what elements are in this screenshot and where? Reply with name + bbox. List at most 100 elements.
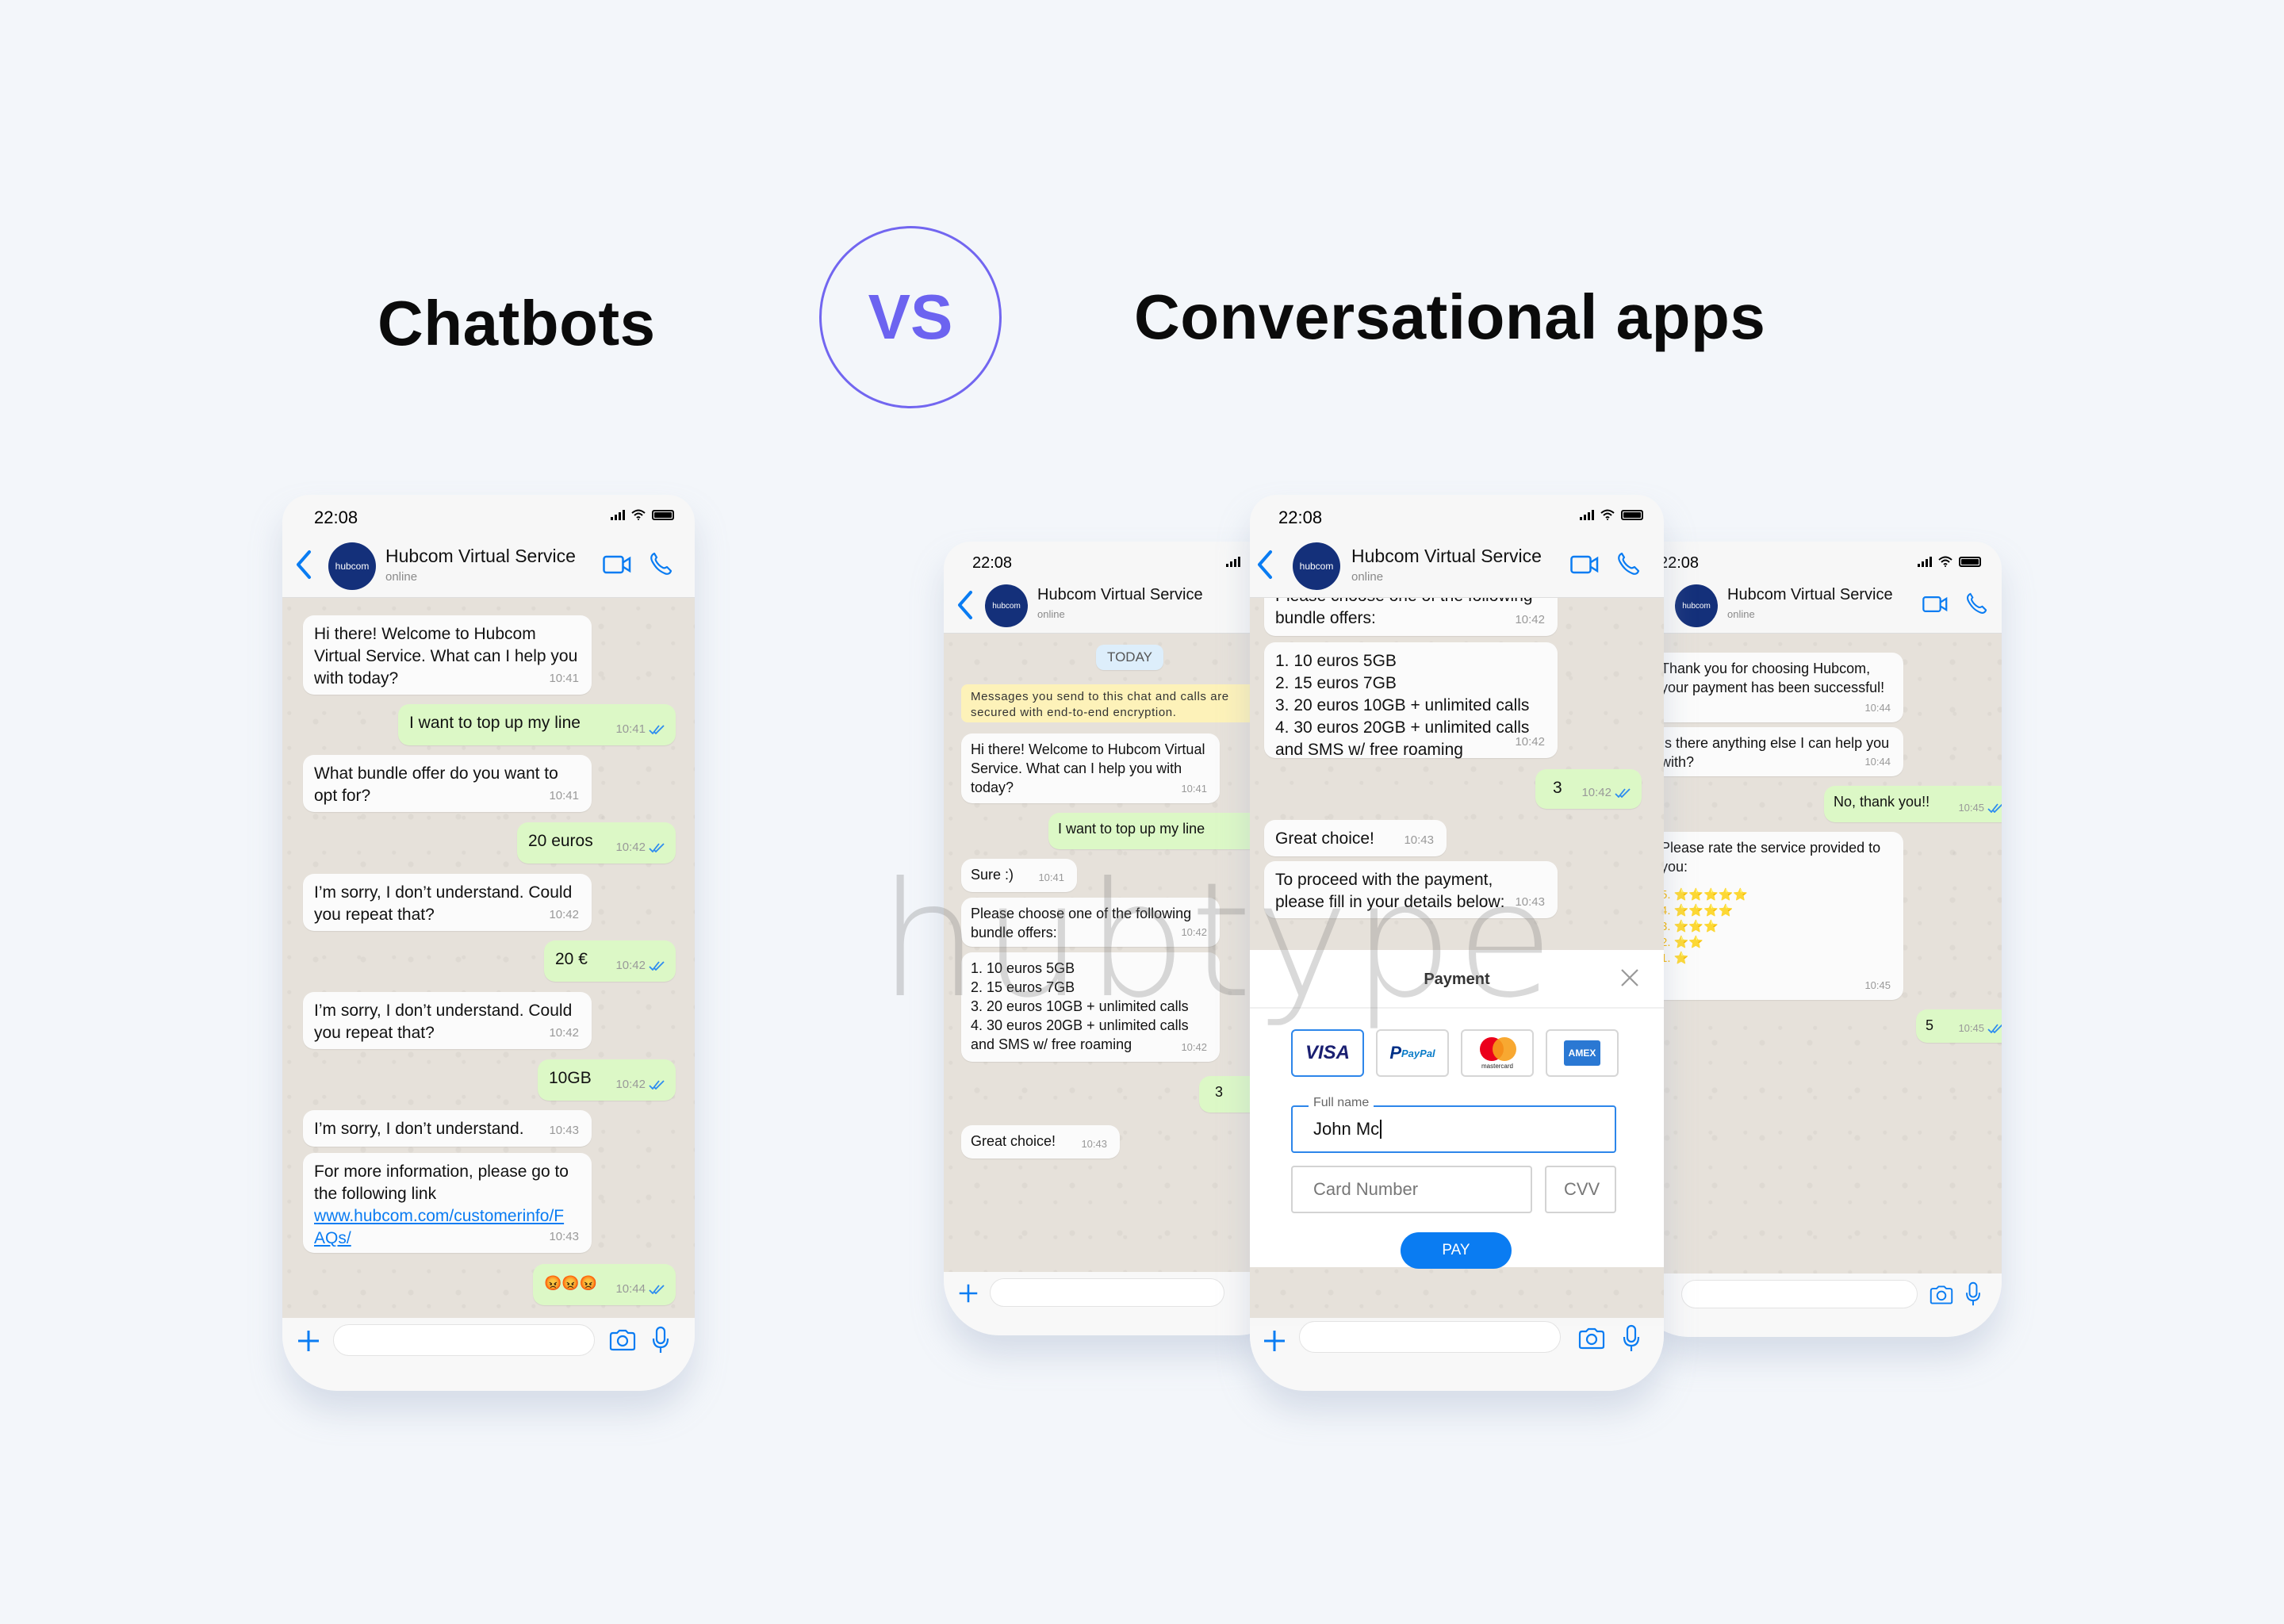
video-call-icon[interactable]	[1570, 555, 1599, 574]
payment-methods: VISA P PayPal mastercard AMEX	[1291, 1029, 1619, 1077]
wifi-icon	[631, 509, 646, 520]
avatar[interactable]: hubcom	[985, 584, 1028, 627]
message-incoming: To proceed with the payment, please fill…	[1264, 861, 1558, 918]
amex-option[interactable]: AMEX	[1546, 1029, 1619, 1077]
message-incoming: I’m sorry, I don’t understand. Could you…	[303, 992, 592, 1049]
message-incoming: I’m sorry, I don’t understand. Could you…	[303, 874, 592, 931]
status-bar: 22:08	[1634, 542, 2002, 581]
voice-call-icon[interactable]	[1965, 592, 1987, 615]
message-input[interactable]	[1299, 1321, 1561, 1353]
chat-area: Hi there! Welcome to Hubcom Virtual Serv…	[282, 598, 695, 1318]
message-outgoing: 10GB 10:42	[538, 1059, 676, 1101]
contact-name: Hubcom Virtual Service	[1037, 586, 1203, 603]
contact-status: online	[1727, 608, 1755, 620]
conversational-phone-2: 22:08 hubcom Hubcom Virtual Service onli…	[1250, 495, 1664, 1391]
read-receipt-icon	[649, 1080, 665, 1090]
message-outgoing: 20 €10:42	[544, 940, 676, 982]
message-incoming: Sure :) 10:41	[961, 859, 1077, 892]
faq-link[interactable]: www.hubcom.com/customerinfo/FAQs/	[314, 1205, 568, 1250]
cvv-input[interactable]: CVV	[1545, 1166, 1616, 1213]
rating-option[interactable]: 5. ⭐⭐⭐⭐⭐	[1661, 887, 1894, 903]
signal-icon	[1226, 556, 1240, 567]
plus-icon[interactable]	[1263, 1329, 1286, 1353]
vs-badge: VS	[819, 226, 1002, 408]
video-call-icon[interactable]	[603, 555, 631, 574]
card-number-input[interactable]: Card Number	[1291, 1166, 1532, 1213]
avatar[interactable]: hubcom	[1675, 584, 1718, 627]
chat-header: hubcom Hubcom Virtual Service online	[1250, 534, 1664, 598]
message-outgoing: I want to top up my line 10:41	[398, 704, 676, 745]
status-bar: 22:08	[944, 542, 1293, 581]
camera-icon[interactable]	[1578, 1327, 1605, 1350]
rating-option[interactable]: 4. ⭐⭐⭐⭐	[1661, 903, 1894, 919]
status-time: 22:08	[1278, 508, 1323, 527]
wifi-icon	[1938, 556, 1953, 567]
battery-icon	[1959, 556, 1981, 567]
signal-icon	[1580, 509, 1594, 520]
signal-icon	[1918, 556, 1932, 567]
camera-icon[interactable]	[1930, 1285, 1953, 1305]
payment-title: Payment	[1250, 950, 1664, 1009]
close-icon[interactable]	[1619, 967, 1640, 988]
message-incoming: Hi there! Welcome to Hubcom Virtual Serv…	[303, 615, 592, 695]
message-incoming: Please rate the service provided to you:…	[1651, 832, 1903, 1000]
message-incoming: Great choice! 10:43	[961, 1125, 1120, 1159]
chat-header: hubcom Hubcom Virtual Service online	[282, 534, 695, 598]
message-incoming: 1. 10 euros 5GB 2. 15 euros 7GB 3. 20 euro…	[1264, 642, 1558, 759]
voice-call-icon[interactable]	[649, 552, 673, 576]
status-bar: 22:08	[1250, 495, 1664, 534]
plus-icon[interactable]	[958, 1283, 979, 1304]
contact-name: Hubcom Virtual Service	[385, 546, 576, 566]
rating-option[interactable]: 1. ⭐	[1661, 951, 1894, 967]
wifi-icon	[1600, 509, 1615, 520]
vs-label: VS	[868, 282, 953, 352]
read-receipt-icon	[649, 725, 665, 734]
rating-option[interactable]: 2. ⭐⭐	[1661, 935, 1894, 951]
message-outgoing: No, thank you!! 10:45	[1824, 786, 2002, 822]
read-receipt-icon	[1987, 1024, 2002, 1033]
composer-bar	[282, 1318, 695, 1391]
read-receipt-icon	[649, 961, 665, 971]
visa-option[interactable]: VISA	[1291, 1029, 1364, 1077]
rating-option[interactable]: 3. ⭐⭐⭐	[1661, 919, 1894, 935]
message-incoming: I’m sorry, I don’t understand. 10:43	[303, 1110, 592, 1147]
camera-icon[interactable]	[609, 1329, 636, 1351]
contact-status: online	[1351, 570, 1384, 584]
mastercard-logo-icon	[1477, 1036, 1518, 1061]
chat-area: TODAY Messages you send to this chat and…	[944, 634, 1293, 1272]
avatar[interactable]: hubcom	[328, 542, 376, 590]
voice-call-icon[interactable]	[1616, 552, 1640, 576]
read-receipt-icon	[1987, 803, 2002, 813]
contact-status: online	[385, 570, 418, 584]
contact-name: Hubcom Virtual Service	[1351, 546, 1542, 566]
message-input[interactable]	[990, 1278, 1224, 1307]
status-time: 22:08	[1659, 554, 1700, 572]
microphone-icon[interactable]	[1965, 1281, 1981, 1307]
battery-icon	[652, 509, 674, 520]
paypal-option[interactable]: P PayPal	[1376, 1029, 1449, 1077]
back-chevron-icon[interactable]	[292, 549, 316, 580]
read-receipt-icon	[649, 843, 665, 852]
back-chevron-icon[interactable]	[1253, 549, 1277, 580]
conversational-phone-3: 22:08 hubcom Hubcom Virtual Service onli…	[1634, 542, 2002, 1337]
payment-sheet: Payment VISA P PayPal mastercard AMEX Ful…	[1250, 950, 1664, 1269]
plus-icon[interactable]	[297, 1329, 320, 1353]
message-outgoing: 20 euros 10:42	[517, 822, 676, 864]
encryption-notice: Messages you send to this chat and calls…	[961, 684, 1278, 722]
chatbot-phone: 22:08 hubcom Hubcom Virtual Service onli…	[282, 495, 695, 1391]
microphone-icon[interactable]	[652, 1326, 669, 1354]
full-name-label: Full name	[1309, 1096, 1374, 1110]
avatar[interactable]: hubcom	[1293, 542, 1340, 590]
video-call-icon[interactable]	[1922, 596, 1948, 613]
mastercard-option[interactable]: mastercard	[1461, 1029, 1534, 1077]
signal-icon	[611, 509, 625, 520]
pay-button[interactable]: PAY	[1401, 1232, 1512, 1269]
status-time: 22:08	[972, 554, 1013, 572]
full-name-input[interactable]: Full name John Mc	[1291, 1096, 1616, 1153]
contact-name: Hubcom Virtual Service	[1727, 586, 1893, 603]
message-input[interactable]	[1681, 1280, 1918, 1308]
microphone-icon[interactable]	[1623, 1324, 1640, 1353]
back-chevron-icon[interactable]	[953, 589, 977, 621]
message-incoming: Great choice! 10:43	[1264, 820, 1447, 856]
message-input[interactable]	[333, 1324, 595, 1356]
